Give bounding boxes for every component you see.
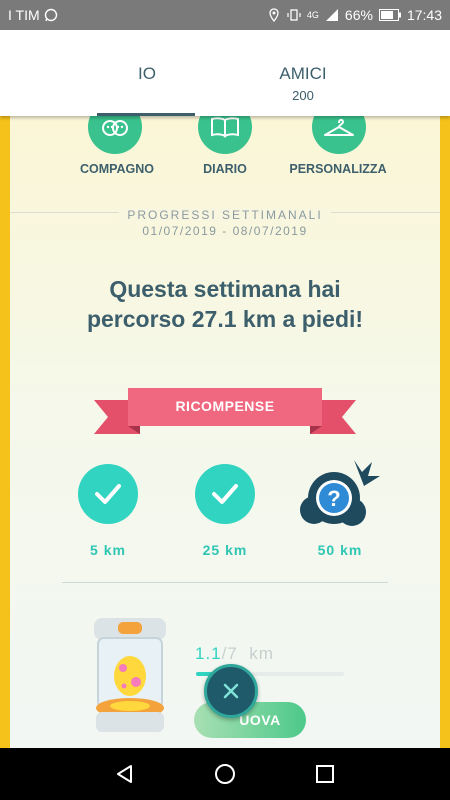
status-bar: I TIM 4G 66% 17:43 <box>0 0 450 30</box>
profile-panel: COMPAGNO DIARIO PERSONALIZZA PROGRESSI S… <box>10 116 440 748</box>
hanger-icon <box>324 118 354 136</box>
egg-distance-total: /7 <box>221 644 238 663</box>
check-icon <box>95 484 121 504</box>
network-label: 4G <box>306 10 319 20</box>
profile-frame: COMPAGNO DIARIO PERSONALIZZA PROGRESSI S… <box>0 116 450 748</box>
customize-label: PERSONALIZZA <box>289 162 387 176</box>
battery-icon <box>378 9 401 21</box>
customize-button[interactable] <box>312 116 366 154</box>
location-icon <box>269 8 279 22</box>
weekly-headline: Questa settimana hai percorso 27.1 km a … <box>86 276 364 332</box>
home-icon[interactable] <box>213 762 237 786</box>
svg-text:?: ? <box>327 486 340 511</box>
weekly-dates: 01/07/2019 - 08/07/2019 <box>142 224 308 238</box>
journal-label: DIARIO <box>203 162 247 176</box>
signal-icon <box>325 9 338 21</box>
tab-io-label: IO <box>138 64 156 83</box>
check-icon <box>212 484 238 504</box>
reward-5km-check <box>78 464 138 524</box>
journal-button[interactable] <box>198 116 252 154</box>
carrier-label: I TIM <box>8 7 40 23</box>
rewards-divider <box>62 582 388 583</box>
buddy-button[interactable] <box>88 116 142 154</box>
active-tab-indicator <box>97 113 195 116</box>
reward-50km-label: 50 km <box>317 542 363 558</box>
clock: 17:43 <box>406 7 442 23</box>
buddy-icon <box>102 120 128 136</box>
vibrate-icon <box>287 9 301 21</box>
close-icon <box>223 683 239 699</box>
battery-percent: 66% <box>344 7 373 23</box>
incubator-icon <box>94 618 166 732</box>
egg-distance: 1.1/7 km <box>195 644 274 664</box>
eggs-button-label: UOVA <box>239 712 281 728</box>
journal-icon <box>211 117 239 138</box>
back-icon[interactable] <box>113 762 137 786</box>
tab-amici-label: AMICI <box>279 64 327 83</box>
recents-icon[interactable] <box>313 762 337 786</box>
system-nav-bar <box>0 748 450 800</box>
weekly-progress-title-text: PROGRESSI SETTIMANALI <box>119 208 331 222</box>
close-button[interactable] <box>204 664 258 718</box>
whatsapp-icon <box>44 8 57 22</box>
egg-distance-unit: km <box>249 644 274 663</box>
weekly-progress-title: PROGRESSI SETTIMANALI <box>10 208 440 222</box>
reward-25km-check <box>195 464 255 524</box>
buddy-label: COMPAGNO <box>79 162 155 176</box>
friends-count: 200 <box>292 88 314 103</box>
reward-50km-mystery: ? <box>296 454 380 534</box>
reward-25km-label: 25 km <box>202 542 248 558</box>
mystery-cloud-icon: ? <box>300 460 380 526</box>
rewards-banner: RICOMPENSE <box>94 384 356 440</box>
profile-tabs: IO AMICI 200 <box>0 30 450 116</box>
reward-5km-label: 5 km <box>90 542 126 558</box>
egg-distance-current: 1.1 <box>195 644 222 663</box>
rewards-banner-label: RICOMPENSE <box>175 398 275 414</box>
tab-amici[interactable]: AMICI 200 <box>203 30 403 116</box>
